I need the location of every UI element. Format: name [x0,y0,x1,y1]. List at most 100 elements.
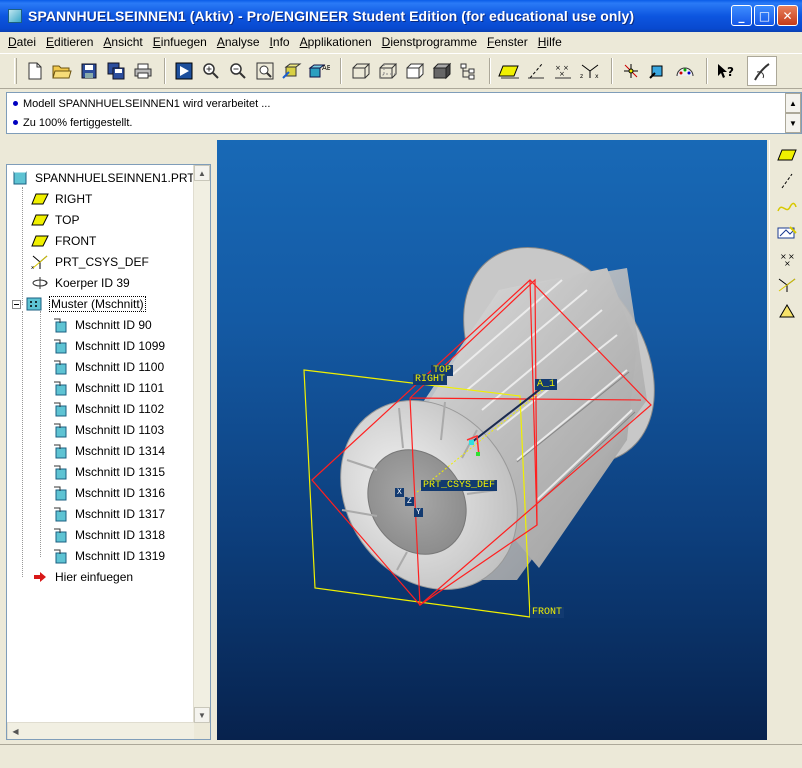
zoom-box-icon[interactable] [646,59,670,83]
csys-icon: x [31,254,49,270]
cut-icon [51,422,69,438]
save-copy-icon[interactable] [104,59,128,83]
scroll-up-icon[interactable]: ▲ [785,93,801,113]
scroll-up-icon[interactable]: ▲ [194,165,210,181]
menu-applikationen[interactable]: Applikationen [300,35,372,49]
menu-hilfe[interactable]: Hilfe [538,35,562,49]
pen-icon[interactable] [747,56,777,86]
app-icon [8,9,22,23]
label-axis[interactable]: A_1 [535,379,558,390]
csys-tool-icon[interactable] [774,274,800,296]
print-icon[interactable] [131,59,155,83]
label-front[interactable]: FRONT [530,607,565,618]
menu-ansicht[interactable]: Ansicht [103,35,142,49]
datum-curve-tool-icon[interactable] [774,196,800,218]
zoom-in-icon[interactable] [199,59,223,83]
scroll-down-icon[interactable]: ▼ [785,113,801,133]
graphics-window[interactable]: TOP RIGHT A_1 PRT_CSYS_DEF X Z Y FRONT [217,140,767,740]
sketch-tool-icon[interactable] [774,222,800,244]
menu-einfuegen[interactable]: Einfuegen [153,35,207,49]
tree-item-cut[interactable]: Mschnitt ID 1100 [51,357,164,377]
tree-connector [22,187,23,305]
tree-item-right[interactable]: RIGHT [31,189,92,209]
datum-axis-tool-icon[interactable] [774,170,800,192]
scroll-left-icon[interactable]: ◀ [7,723,23,739]
tree-hscrollbar[interactable]: ◀ [7,722,194,739]
tree-root[interactable]: SPANNHUELSEINNEN1.PRT [11,168,195,188]
menu-datei[interactable]: Datei [8,35,36,49]
menu-info[interactable]: Info [270,35,290,49]
datum-points-icon[interactable]: × × × [551,59,575,83]
cut-icon [51,464,69,480]
cut-icon [51,338,69,354]
analysis-tool-icon[interactable] [774,300,800,322]
scroll-down-icon[interactable]: ▼ [194,707,210,723]
menu-analyse[interactable]: Analyse [217,35,260,49]
model-view[interactable] [217,140,767,740]
bullet-icon [13,101,18,106]
tree-item-front[interactable]: FRONT [31,231,96,251]
label-csys[interactable]: PRT_CSYS_DEF [421,480,498,491]
cut-icon [51,548,69,564]
toolbar-grip[interactable] [14,58,17,84]
menu-editieren[interactable]: Editieren [46,35,93,49]
tree-item-cut[interactable]: Mschnitt ID 1101 [51,378,164,398]
model-tree-icon[interactable] [456,59,480,83]
wireframe-icon[interactable] [348,59,372,83]
tree-item-insert-here[interactable]: Hier einfuegen [31,567,133,587]
datum-planes-icon[interactable] [497,59,521,83]
minimize-button[interactable]: _ [731,5,752,26]
tree-item-cut[interactable]: Mschnitt ID 1316 [51,483,165,503]
message-line: Zu 100% fertiggestellt. [7,114,801,131]
new-file-icon[interactable] [23,59,47,83]
tree-item-cut[interactable]: Mschnitt ID 1318 [51,525,165,545]
refit-icon[interactable] [253,59,277,83]
menu-dienstprogramme[interactable]: Dienstprogramme [382,35,477,49]
tree-item-cut[interactable]: Mschnitt ID 1317 [51,504,165,524]
collapse-icon[interactable] [11,296,22,312]
tree-item-pattern[interactable]: Muster (Mschnitt) [11,294,146,314]
tree-item-csys[interactable]: x PRT_CSYS_DEF [31,252,149,272]
tree-item-top[interactable]: TOP [31,210,79,230]
spin-center-icon[interactable] [619,59,643,83]
coordinate-systems-icon[interactable]: zx [578,59,602,83]
tree-item-cut[interactable]: Mschnitt ID 1319 [51,546,165,566]
label-z: Z [405,497,414,506]
model-tree: SPANNHUELSEINNEN1.PRT RIGHT TOP FRONT x … [6,164,211,740]
tree-item-cut[interactable]: Mschnitt ID 1315 [51,462,165,482]
svg-text:?: ? [727,65,734,79]
datum-point-tool-icon[interactable]: × × × [774,248,800,270]
open-folder-icon[interactable] [50,59,74,83]
datum-plane-tool-icon[interactable] [774,144,800,166]
tree-item-body[interactable]: Koerper ID 39 [31,273,130,293]
cut-icon [51,527,69,543]
zoom-out-icon[interactable] [226,59,250,83]
maximize-button[interactable]: □ [754,5,775,26]
tree-item-cut[interactable]: Mschnitt ID 1102 [51,399,164,419]
context-help-icon[interactable]: ? [714,59,738,83]
tree-scrollbar[interactable]: ▲ ▼ [193,165,210,739]
orient-icon[interactable] [280,59,304,83]
hidden-line-icon[interactable] [375,59,399,83]
repaint-icon[interactable] [172,59,196,83]
message-scrollbar[interactable]: ▲ ▼ [785,93,801,133]
message-area: Modell SPANNHUELSEINNEN1 wird verarbeite… [6,92,802,134]
toolbar-separator [611,58,613,84]
saved-views-icon[interactable]: AB [307,59,331,83]
label-right[interactable]: RIGHT [413,374,448,385]
tree-item-cut[interactable]: Mschnitt ID 90 [51,315,152,335]
svg-text:z: z [580,73,583,80]
tree-item-cut[interactable]: Mschnitt ID 1103 [51,420,164,440]
shading-icon[interactable] [429,59,453,83]
window-title: SPANNHUELSEINNEN1 (Aktiv) - Pro/ENGINEER… [28,8,635,24]
tree-item-cut[interactable]: Mschnitt ID 1314 [51,441,165,461]
tree-item-cut[interactable]: Mschnitt ID 1099 [51,336,165,356]
no-hidden-icon[interactable] [402,59,426,83]
datum-axes-icon[interactable] [524,59,548,83]
datum-toolbar: × × × [769,140,802,350]
menu-fenster[interactable]: Fenster [487,35,528,49]
close-button[interactable]: ✕ [777,5,798,26]
save-icon[interactable] [77,59,101,83]
appearance-icon[interactable] [673,59,697,83]
cut-icon [51,317,69,333]
